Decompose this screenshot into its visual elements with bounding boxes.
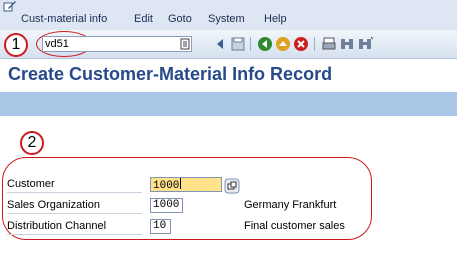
- toolbar-separator: [314, 37, 315, 51]
- edit-pencil-icon[interactable]: [3, 0, 17, 12]
- annotation-step-2: 2: [20, 131, 44, 155]
- page-title: Create Customer-Material Info Record: [8, 64, 333, 84]
- distribution-channel-description: Final customer sales: [244, 220, 345, 232]
- menu-system[interactable]: System: [208, 13, 245, 25]
- sales-organization-input[interactable]: 1000: [150, 198, 183, 213]
- text-cursor: [180, 178, 182, 189]
- distribution-channel-input[interactable]: 10: [150, 219, 171, 234]
- annotation-step-1: 1: [4, 33, 28, 57]
- customer-label: Customer: [7, 177, 142, 193]
- value-help-icon[interactable]: [224, 178, 240, 194]
- command-history-icon[interactable]: [180, 38, 190, 50]
- cancel-icon[interactable]: [293, 36, 309, 52]
- menu-help[interactable]: Help: [264, 13, 287, 25]
- customer-input-value: 1000: [153, 180, 180, 192]
- print-icon[interactable]: [321, 36, 337, 52]
- find-next-icon[interactable]: [357, 36, 373, 52]
- back-icon[interactable]: [257, 36, 273, 52]
- sales-organization-description: Germany Frankfurt: [244, 199, 337, 211]
- toolbar-separator: [250, 37, 251, 51]
- menu-edit[interactable]: Edit: [134, 13, 153, 25]
- save-icon[interactable]: [230, 36, 246, 52]
- sales-organization-label: Sales Organization: [7, 198, 142, 214]
- distribution-channel-label: Distribution Channel: [7, 219, 142, 235]
- menu-cust-material-info[interactable]: Cust-material info: [21, 13, 107, 25]
- find-icon[interactable]: [339, 36, 355, 52]
- enter-icon[interactable]: [212, 36, 228, 52]
- command-field[interactable]: vd51: [42, 36, 192, 52]
- exit-icon[interactable]: [275, 36, 291, 52]
- application-toolbar: [0, 92, 457, 116]
- menu-goto[interactable]: Goto: [168, 13, 192, 25]
- customer-input[interactable]: 1000: [150, 177, 222, 192]
